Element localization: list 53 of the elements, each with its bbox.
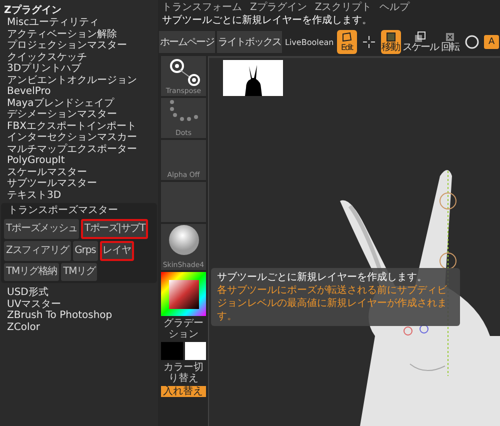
rabbit-silhouette-icon (243, 64, 263, 96)
plugin-item[interactable]: FBXエクスポートインポート (0, 120, 158, 132)
plugin-button[interactable]: Zスフィアリグ (4, 241, 71, 261)
tool-button[interactable]: 移動 (380, 30, 401, 54)
plugin-item[interactable]: テキスト3D (0, 190, 158, 201)
channel-toggle[interactable]: A (484, 35, 499, 49)
plugin-button[interactable]: TMリグ (61, 263, 98, 281)
gradient-label: グラデーション (162, 318, 204, 340)
plugin-item[interactable]: Mayaブレンドシェイプ (0, 98, 158, 109)
color-switch-label: カラー切り替え (162, 362, 204, 384)
plugin-item[interactable]: USD形式 (0, 287, 158, 298)
plugin-item[interactable]: クイックスケッチ (0, 52, 158, 63)
plugin-item[interactable]: アクティベーション解除 (0, 28, 158, 40)
sub-panel-title[interactable]: トランスポーズマスター (4, 205, 154, 217)
color-picker[interactable] (161, 272, 206, 316)
tooltip-detail: 各サブツールにポーズが転送される前にサブディビジョンレベルの最高値に新規レイヤーが作成されます。 (217, 284, 448, 323)
menu-item[interactable]: トランスフォーム (162, 2, 242, 14)
menu-item[interactable]: Zプラグイン (250, 2, 307, 14)
plugin-item[interactable]: Miscユーティリティ (0, 17, 158, 28)
plugin-item[interactable]: ZBrush To Photoshop (0, 310, 158, 322)
plugin-button[interactable]: Grps (72, 241, 98, 261)
tool-button[interactable]: Edit (336, 30, 357, 54)
tooltip-title: サブツールごとに新規レイヤーを作成します。 (217, 271, 428, 284)
plugin-item[interactable]: アンビエントオクルージョン (0, 74, 158, 86)
plugin-button[interactable]: Tポーズ|サブT (81, 219, 148, 239)
crosshair-icon (362, 36, 375, 48)
swap-button[interactable]: 入れ替え (161, 386, 206, 397)
plugin-item[interactable]: ZColor (0, 322, 158, 333)
color-swatch[interactable] (184, 342, 206, 360)
status-text: サブツールごとに新規レイヤーを作成します。 (161, 14, 373, 28)
plugin-item[interactable]: サブツールマスター (0, 178, 158, 190)
plugin-button[interactable]: Tポーズメッシュ (4, 219, 80, 239)
color-swatch[interactable] (161, 342, 182, 360)
toolbar-button[interactable]: ライトボックス (217, 31, 282, 53)
plugin-button[interactable]: TMリグ格納 (4, 263, 60, 281)
plugin-item[interactable]: プロジェクションマスター (0, 40, 158, 52)
plugin-item[interactable]: デシメーションマスター (0, 109, 158, 120)
tool-button[interactable]: スケール (402, 30, 438, 54)
plugin-item[interactable]: PolyGroupIt (0, 155, 158, 166)
panel-title[interactable]: Zプラグイン (0, 4, 158, 17)
toolbar-button[interactable]: LiveBoolean (284, 31, 335, 53)
tool-button[interactable]: 回転 (440, 30, 460, 54)
toolbar-button[interactable]: ホームページ (159, 31, 215, 53)
plugin-item[interactable]: マルチマップエクスポーター (0, 144, 158, 155)
plugin-button[interactable]: レイヤ (100, 241, 134, 261)
viewport[interactable]: サブツールごとに新規レイヤーを作成します。 各サブツールにポーズが転送される前にサブディビジョンレベルの最高値に新規レイヤーが作成されます。 (208, 56, 500, 426)
plugin-item[interactable]: BevelPro (0, 86, 158, 98)
plugin-item[interactable]: 3Dプリントハブ (0, 63, 158, 74)
plugin-item[interactable]: インターセクションマスカー (0, 132, 158, 144)
plugin-item[interactable]: UVマスター (0, 298, 158, 310)
menu-item[interactable]: Zスクリプト (314, 2, 372, 14)
plugin-item[interactable]: スケールマスター (0, 166, 158, 178)
menu-item[interactable]: ヘルプ (380, 2, 410, 14)
